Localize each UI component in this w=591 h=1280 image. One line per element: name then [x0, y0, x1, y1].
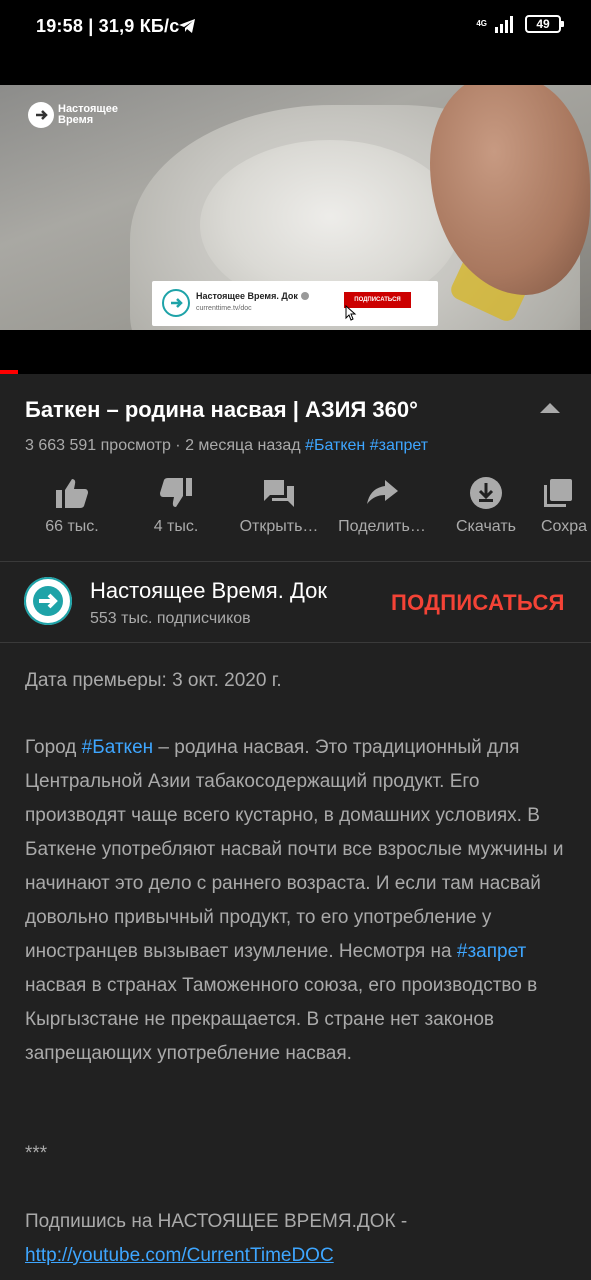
download-icon — [470, 477, 502, 509]
verified-icon — [300, 292, 309, 300]
end-card[interactable]: Настоящее Время. Док currenttime.tv/doc … — [152, 281, 438, 326]
watermark-text: Настоящее Время — [58, 103, 118, 126]
channel-logo-icon — [24, 577, 72, 625]
comments-icon — [264, 480, 294, 507]
channel-link[interactable]: http://youtube.com/CurrentTimeDOC — [25, 1245, 334, 1266]
save-button[interactable]: Сохра — [541, 474, 591, 536]
telegram-icon — [179, 19, 195, 33]
premiere-date: Дата премьеры: 3 окт. 2020 г. — [25, 670, 282, 691]
share-icon — [367, 480, 398, 504]
like-button[interactable]: 66 тыс. — [22, 474, 122, 536]
channel-name[interactable]: Настоящее Время. Док — [90, 578, 327, 604]
action-bar: 66 тыс. 4 тыс. Открыть… Поделить… Скачат… — [0, 474, 591, 554]
video-player[interactable]: Настоящее Время Настоящее Время. Док cur… — [0, 85, 591, 330]
description-link-row: http://youtube.com/CurrentTimeDOC — [25, 1239, 575, 1273]
description-hashtag-zapret[interactable]: #запрет — [457, 941, 526, 962]
hashtag-batken[interactable]: #Баткен — [305, 437, 365, 454]
comments-button[interactable]: Открыть… — [229, 474, 329, 536]
views-and-date: 3 663 591 просмотр · 2 месяца назад — [25, 437, 301, 454]
save-playlist-icon — [544, 479, 572, 507]
description-hashtag-batken[interactable]: #Баткен — [82, 737, 153, 758]
channel-avatar[interactable] — [24, 577, 72, 625]
video-meta: 3 663 591 просмотр · 2 месяца назад #Бат… — [25, 437, 428, 455]
description-subscribe-text: Подпишись на НАСТОЯЩЕЕ ВРЕМЯ.ДОК - — [25, 1211, 408, 1232]
battery-indicator: 49 — [525, 15, 564, 33]
video-letterbox-bottom — [0, 330, 591, 374]
watermark-play-icon — [28, 102, 54, 128]
dislike-button[interactable]: 4 тыс. — [126, 474, 226, 536]
divider — [0, 561, 591, 562]
signal-icon — [495, 16, 513, 33]
collapse-description-button[interactable] — [540, 403, 560, 413]
share-button[interactable]: Поделить… — [332, 474, 432, 536]
network-type: 4G — [476, 19, 487, 28]
description-separator: *** — [25, 1143, 48, 1164]
status-time-speed: 19:58 | 31,9 КБ/с — [36, 16, 180, 36]
status-bar: 19:58 | 31,9 КБ/с 4G 49 — [0, 0, 591, 52]
hashtag-zapret[interactable]: #запрет — [370, 437, 428, 454]
description-paragraph: Город #Баткен – родина насвая. Это тради… — [25, 737, 564, 1064]
video-title: Баткен – родина насвая | АЗИЯ 360° — [25, 397, 418, 422]
divider — [0, 642, 591, 643]
video-watermark-logo: Настоящее Время — [28, 102, 122, 128]
thumb-up-icon — [56, 479, 88, 508]
subscribe-button[interactable]: ПОДПИСАТЬСЯ — [391, 590, 565, 616]
channel-subscribers: 553 тыс. подписчиков — [90, 610, 251, 627]
cursor-icon — [345, 305, 357, 321]
video-progress-played[interactable] — [0, 370, 18, 374]
thumb-down-icon — [160, 478, 192, 507]
video-letterbox-top — [0, 52, 591, 85]
end-card-title: Настоящее Время. Док — [196, 291, 309, 301]
download-button[interactable]: Скачать — [436, 474, 536, 536]
end-card-logo-icon — [162, 289, 190, 317]
end-card-url: currenttime.tv/doc — [196, 305, 252, 312]
